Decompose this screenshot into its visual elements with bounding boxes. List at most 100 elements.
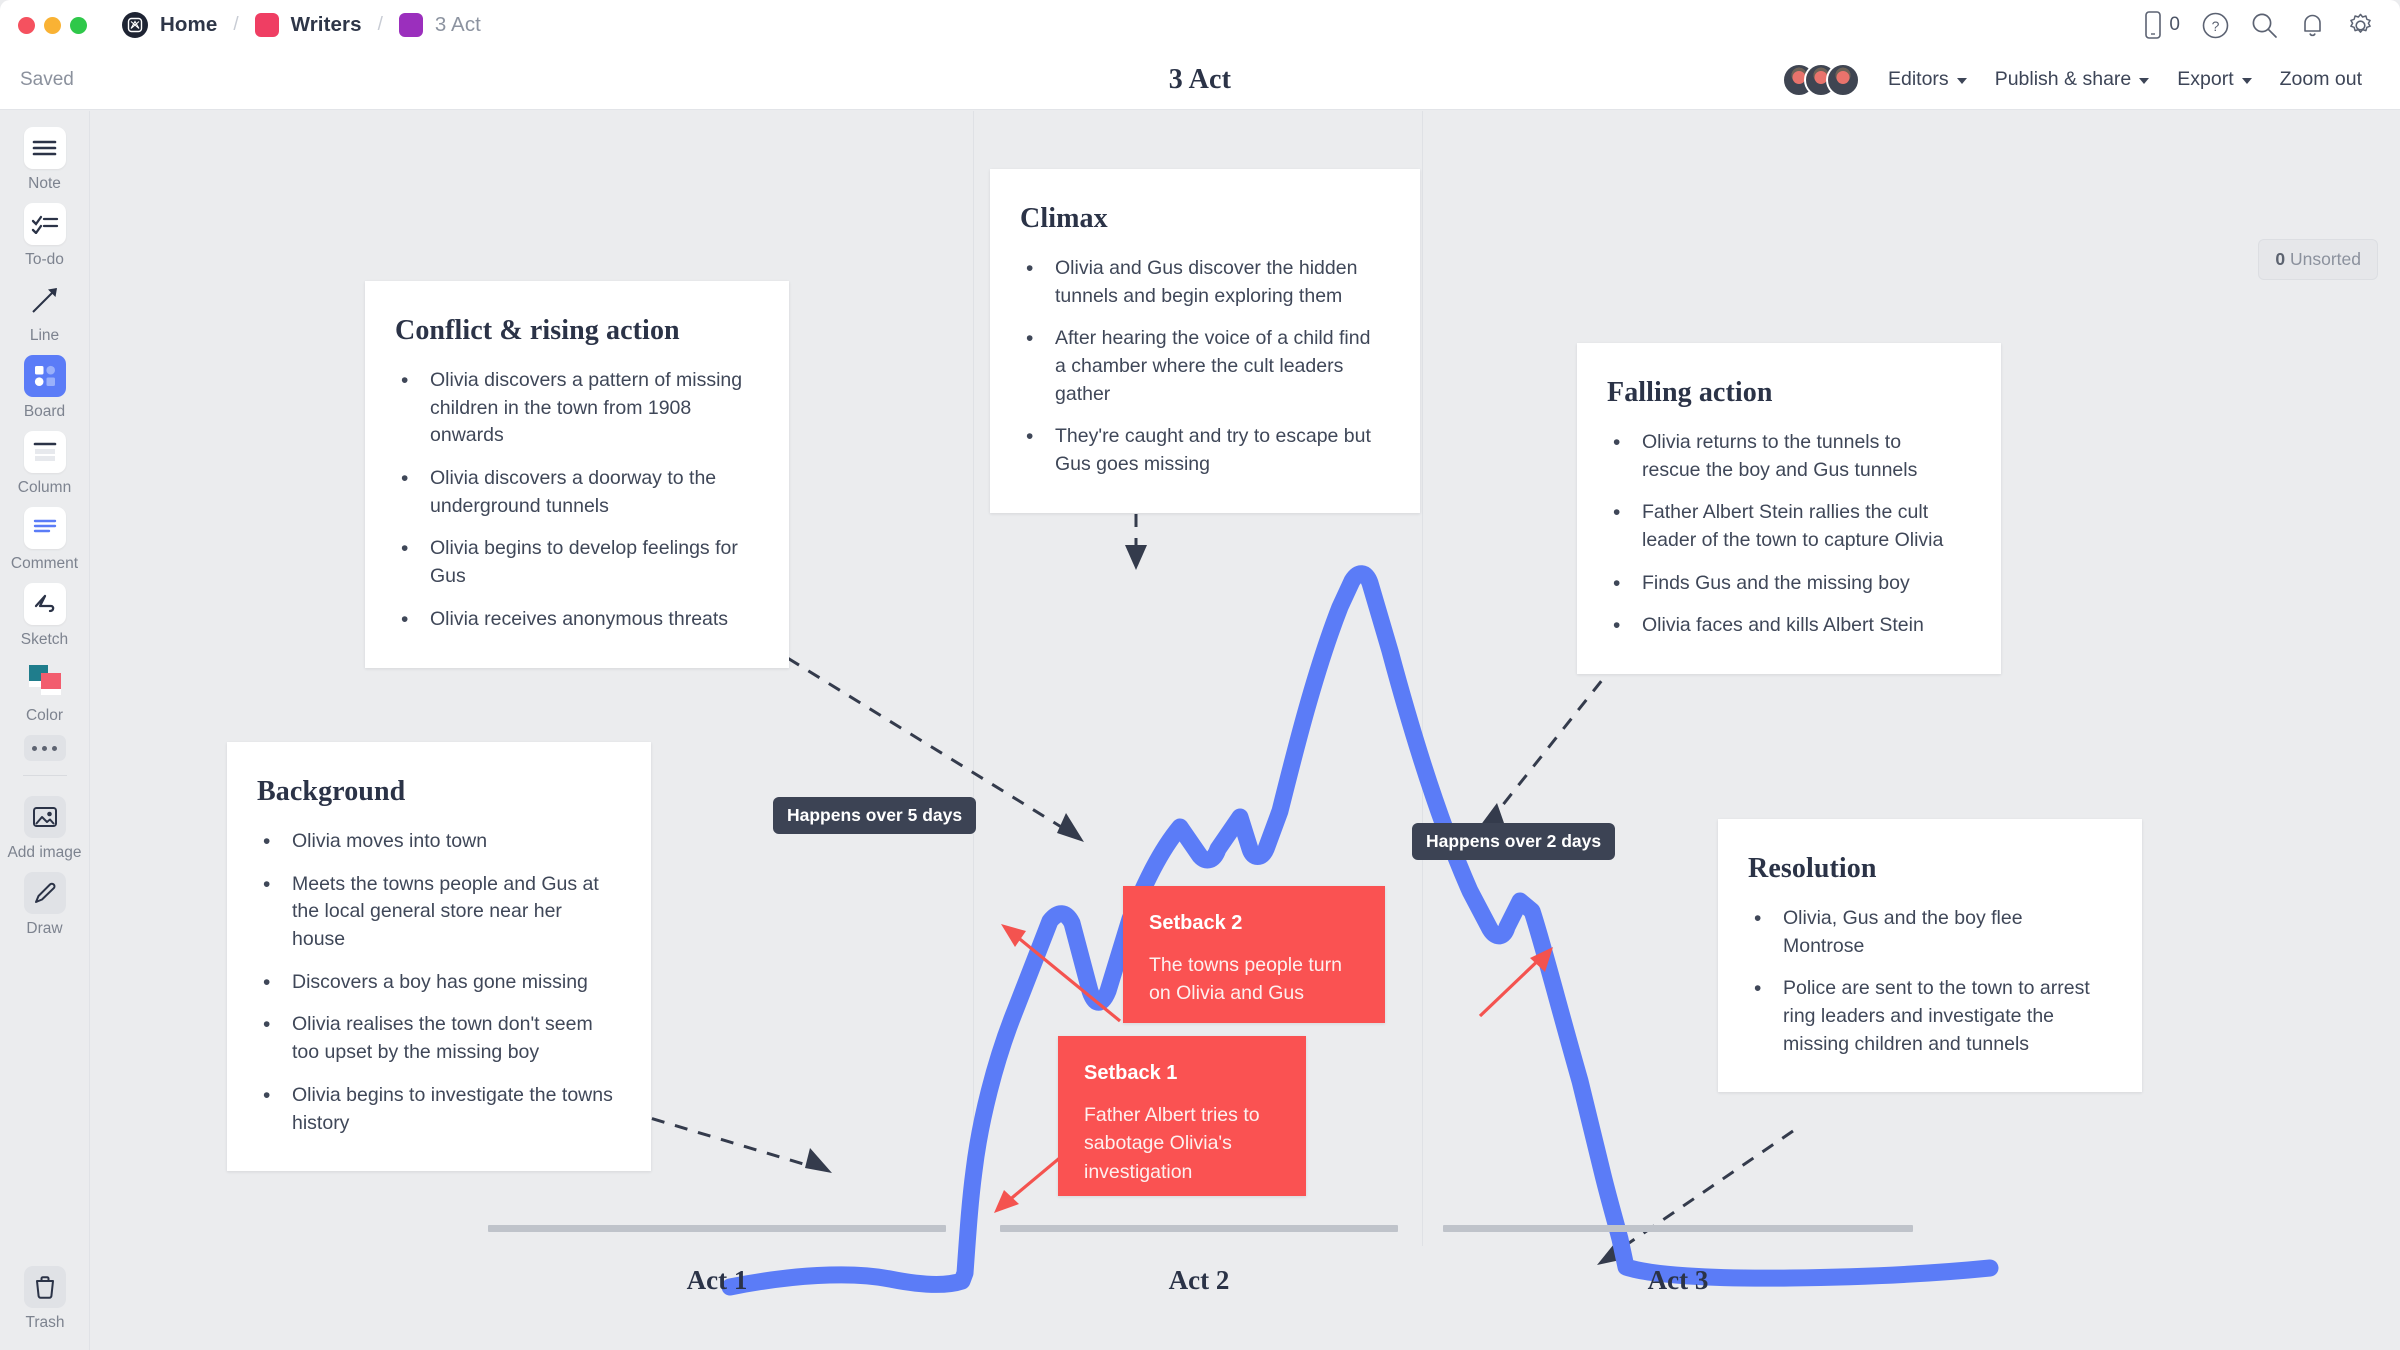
sidebar-label-comment: Comment (10, 555, 79, 572)
card-bullet-list: Olivia moves into town Meets the towns p… (257, 827, 613, 1137)
sidebar-item-color[interactable]: Color (0, 659, 90, 725)
act-label-1: Act 1 (686, 1265, 748, 1295)
trash-icon (24, 1266, 66, 1308)
card-title: Conflict & rising action (395, 315, 680, 346)
card-resolution[interactable]: Resolution Olivia, Gus and the boy flee … (1718, 819, 2142, 1093)
card-falling-action[interactable]: Falling action Olivia returns to the tun… (1577, 343, 2001, 675)
chip-happens-over-2-days[interactable]: Happens over 2 days (1412, 823, 1616, 860)
list-item: Finds Gus and the missing boy (1607, 569, 1963, 598)
minimize-window-button[interactable] (44, 16, 61, 34)
list-item: Discovers a boy has gone missing (257, 968, 613, 997)
list-item: Olivia discovers a doorway to the underg… (395, 464, 751, 520)
list-item: Olivia begins to investigate the towns h… (257, 1081, 613, 1137)
bell-icon[interactable] (2300, 12, 2325, 39)
breadcrumb-item-3-act[interactable]: 3 Act (389, 8, 491, 42)
card-title: Falling action (1607, 377, 1773, 408)
breadcrumb-item-home[interactable]: Home (112, 8, 227, 42)
card-background[interactable]: Background Olivia moves into town Meets … (227, 742, 651, 1172)
pink-square-icon (254, 13, 279, 37)
page-title: 3 Act (1168, 63, 1232, 95)
setback-card-1[interactable]: Setback 1 Father Albert tries to sabotag… (1058, 1036, 1306, 1196)
sidebar-item-add-image[interactable]: Add image (0, 796, 90, 862)
unsorted-badge[interactable]: 0 Unsorted (2258, 239, 2378, 280)
setback-title: Setback 2 (1149, 912, 1243, 934)
act-divider-1 (973, 111, 974, 1246)
act-bar-2 (1000, 1225, 1398, 1232)
sidebar-item-todo[interactable]: To-do (0, 203, 90, 269)
sidebar-item-line[interactable]: Line (0, 279, 90, 345)
sidebar-item-draw[interactable]: Draw (0, 872, 90, 938)
comment-icon (23, 507, 66, 549)
breadcrumb-label-3-act: 3 Act (434, 13, 481, 36)
sidebar-item-column[interactable]: Column (0, 431, 90, 497)
close-window-button[interactable] (18, 16, 35, 34)
more-options-button[interactable] (23, 735, 66, 761)
line-arrow-icon (24, 279, 66, 321)
list-item: Olivia receives anonymous threats (395, 605, 751, 634)
list-item: They're caught and try to escape but Gus… (1020, 422, 1382, 478)
card-title: Climax (1020, 203, 1108, 234)
topbar-actions: 0 ? (2145, 11, 2374, 39)
sidebar-item-sketch[interactable]: Sketch (0, 583, 90, 649)
list-item: Olivia discovers a pattern of missing ch… (395, 366, 751, 450)
note-icon (23, 127, 66, 169)
chip-happens-over-5-days[interactable]: Happens over 5 days (773, 797, 977, 834)
title-bar: Home / Writers / 3 Act 0 ? (0, 0, 2400, 50)
setback-card-2[interactable]: Setback 2 The towns people turn on Olivi… (1123, 886, 1385, 1023)
unsorted-count: 0 (2275, 249, 2286, 269)
board-icon (23, 355, 66, 397)
setback-body: Father Albert tries to sabotage Olivia's… (1084, 1104, 1260, 1183)
unsorted-label: Unsorted (2289, 249, 2361, 269)
draw-pencil-icon (23, 872, 66, 914)
sidebar-item-trash[interactable]: Trash (0, 1266, 90, 1332)
list-item: Olivia realises the town don't seem too … (257, 1010, 613, 1066)
window-controls[interactable] (18, 16, 87, 34)
help-icon[interactable]: ? (2202, 12, 2229, 39)
svg-text:?: ? (2212, 18, 2220, 34)
mobile-device-count: 0 (2169, 14, 2180, 35)
column-icon (23, 431, 66, 473)
card-bullet-list: Olivia and Gus discover the hidden tunne… (1020, 254, 1382, 479)
setback-title: Setback 1 (1084, 1062, 1178, 1084)
sidebar-label-color: Color (25, 707, 64, 724)
list-item: Olivia and Gus discover the hidden tunne… (1020, 254, 1382, 310)
list-item: Meets the towns people and Gus at the lo… (257, 870, 613, 954)
milanote-app-window: Home / Writers / 3 Act 0 ? Saved 3 Act E… (0, 0, 2400, 1350)
gear-icon[interactable] (2347, 12, 2374, 39)
breadcrumb-label-writers: Writers (290, 13, 362, 36)
card-conflict-rising-action[interactable]: Conflict & rising action Olivia discover… (365, 281, 789, 668)
sidebar-item-comment[interactable]: Comment (0, 507, 90, 573)
sidebar-label-column: Column (17, 479, 72, 496)
list-item: Father Albert Stein rallies the cult lea… (1607, 498, 1963, 554)
dot (52, 745, 57, 751)
board-canvas[interactable]: 0 Unsorted Act 1 Act 2 Act 3 Happens ove… (90, 111, 2400, 1350)
avatar[interactable] (1825, 62, 1860, 97)
list-item: Olivia, Gus and the boy flee Montrose (1748, 904, 2104, 960)
mobile-icon[interactable]: 0 (2145, 11, 2180, 39)
list-item: Olivia begins to develop feelings for Gu… (395, 534, 751, 590)
todo-icon (23, 203, 66, 245)
purple-square-icon (398, 13, 423, 37)
breadcrumb-item-writers[interactable]: Writers (245, 8, 372, 42)
sidebar-divider (22, 775, 67, 776)
list-item: Olivia faces and kills Albert Stein (1607, 611, 1963, 640)
sketch-icon (23, 583, 66, 625)
sidebar-label-draw: Draw (26, 920, 63, 937)
milanote-logo-icon (122, 12, 148, 38)
connector-resolution (1609, 1129, 1794, 1258)
search-icon[interactable] (2251, 12, 2278, 39)
sidebar-item-note[interactable]: Note (0, 127, 90, 193)
add-image-icon (23, 796, 66, 838)
list-item: Olivia moves into town (257, 827, 613, 856)
sidebar-item-board[interactable]: Board (0, 355, 90, 421)
breadcrumb-separator: / (233, 14, 239, 35)
act-divider-2 (1422, 111, 1423, 1246)
sidebar-label-line: Line (29, 327, 60, 344)
card-climax[interactable]: Climax Olivia and Gus discover the hidde… (990, 169, 1420, 513)
act-bar-1 (488, 1225, 946, 1232)
sidebar-label-trash: Trash (25, 1314, 65, 1331)
card-bullet-list: Olivia returns to the tunnels to rescue … (1607, 428, 1963, 641)
tool-sidebar: Note To-do Line Board Column Comment Ske… (0, 111, 90, 1350)
editor-avatars[interactable] (1781, 62, 1860, 97)
zoom-window-button[interactable] (70, 16, 87, 34)
